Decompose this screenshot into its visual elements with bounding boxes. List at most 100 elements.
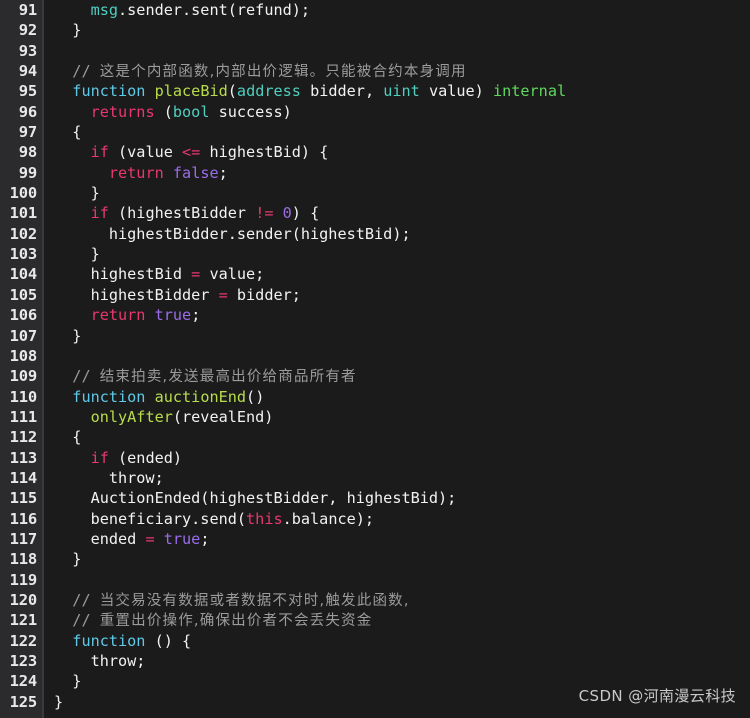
token-operator: <= [182,143,201,162]
line-number-gutter: 91 92 93 94 95 96 97 98 99 100 101 102 103 104 105 106 1… [0,0,44,718]
code-line[interactable]: // 这是个内部函数,内部出价逻辑。只能被合约本身调用 [54,61,750,81]
token-keyword: function [72,631,146,650]
code-line[interactable]: } [54,20,750,40]
code-line[interactable]: // 结束拍卖,发送最高出价给商品所有者 [54,366,750,386]
line-number: 99 [18,163,37,182]
code-line[interactable] [54,41,750,61]
token-plain: beneficiary.send( [54,509,247,528]
code-line[interactable]: highestBid = value; [54,264,750,284]
token-plain: highestBidder [54,285,219,304]
code-line[interactable]: } [54,183,750,203]
token-operator: != [255,204,274,223]
token-comment-slash: // [72,367,100,386]
line-number: 123 [9,652,38,670]
line-number: 117 [9,529,38,548]
token-plain: } [54,550,82,569]
code-line[interactable]: // 重置出价操作,确保出价者不会丢失资金 [54,610,750,630]
token-plain: } [54,245,100,264]
code-line[interactable]: // 当交易没有数据或者数据不对时,触发此函数, [54,590,750,610]
token-plain: ) { [291,204,320,223]
code-line[interactable]: highestBidder.sender(highestBid); [54,224,750,244]
code-line[interactable]: function placeBid(address bidder, uint v… [54,81,750,101]
code-line[interactable]: highestBidder = bidder; [54,285,750,305]
token-plain: value) [419,82,493,101]
token-func: onlyAfter [90,407,173,426]
token-operator: = [145,529,155,548]
code-line[interactable]: throw; [54,651,750,671]
token-this: this [246,509,283,528]
code-line[interactable]: beneficiary.send(this.balance); [54,509,750,529]
line-number: 106 [9,306,38,325]
token-func: placeBid [154,82,228,101]
code-line[interactable]: } [54,549,750,569]
token-keyword: function [72,82,146,101]
code-line[interactable]: onlyAfter(revealEnd) [54,407,750,427]
code-line[interactable]: msg.sender.sent(refund); [54,0,750,20]
token-plain: { [54,123,82,142]
code-line[interactable]: } [54,326,750,346]
token-plain: () [246,387,265,406]
line-number: 101 [9,204,38,223]
token-control: if [90,204,109,223]
code-line[interactable]: { [54,427,750,447]
code-line[interactable]: ended = true; [54,529,750,549]
code-line[interactable]: } [54,244,750,264]
code-line[interactable]: } [54,692,750,712]
token-keyword: function [72,387,146,406]
code-line[interactable]: return true; [54,305,750,325]
token-plain: .sender.sent(refund); [118,1,311,19]
token-plain: throw; [54,652,146,670]
code-line[interactable]: if (value <= highestBid) { [54,142,750,162]
token-plain: bidder; [227,285,301,304]
token-type: uint [383,82,420,101]
token-const: true [154,306,192,325]
line-number: 105 [9,285,38,304]
code-editor[interactable]: 91 92 93 94 95 96 97 98 99 100 101 102 103 104 105 106 1… [0,0,750,718]
code-line[interactable]: return false; [54,163,750,183]
token-plain: } [54,692,64,711]
token-plain: (revealEnd) [172,407,274,426]
code-line[interactable]: AuctionEnded(highestBidder, highestBid); [54,488,750,508]
token-comment: 这是个内部函数,内部出价逻辑。只能被合约本身调用 [99,64,467,81]
token-type: address [236,82,301,101]
code-line[interactable]: } [54,671,750,691]
line-number: 116 [9,509,38,528]
code-line[interactable] [54,346,750,366]
code-line[interactable]: function auctionEnd() [54,387,750,407]
code-line[interactable] [54,570,750,590]
token-comment-slash: // [72,611,100,630]
line-number: 109 [9,367,38,386]
code-line[interactable]: { [54,122,750,142]
line-number: 120 [9,590,38,609]
token-comment-slash: // [72,590,100,609]
code-content-area[interactable]: msg.sender.sent(refund); } // 这是个内部函数,内部… [44,0,750,718]
code-line[interactable]: throw; [54,468,750,488]
token-comment: 结束拍卖,发送最高出价给商品所有者 [99,369,357,386]
code-line[interactable]: function () { [54,631,750,651]
line-number: 92 [18,21,37,40]
line-number: 122 [9,631,38,650]
line-number: 115 [9,489,38,508]
line-number: 113 [9,448,38,467]
line-number: 111 [9,407,38,426]
code-line[interactable]: if (ended) [54,448,750,468]
token-control: return [90,306,146,325]
code-line[interactable]: returns (bool success) [54,102,750,122]
token-plain: } [54,21,82,40]
token-control: return [108,163,164,182]
token-modifier: internal [492,82,567,101]
line-number: 124 [9,672,38,691]
line-number: 118 [9,550,38,569]
code-line[interactable]: if (highestBidder != 0) { [54,203,750,223]
